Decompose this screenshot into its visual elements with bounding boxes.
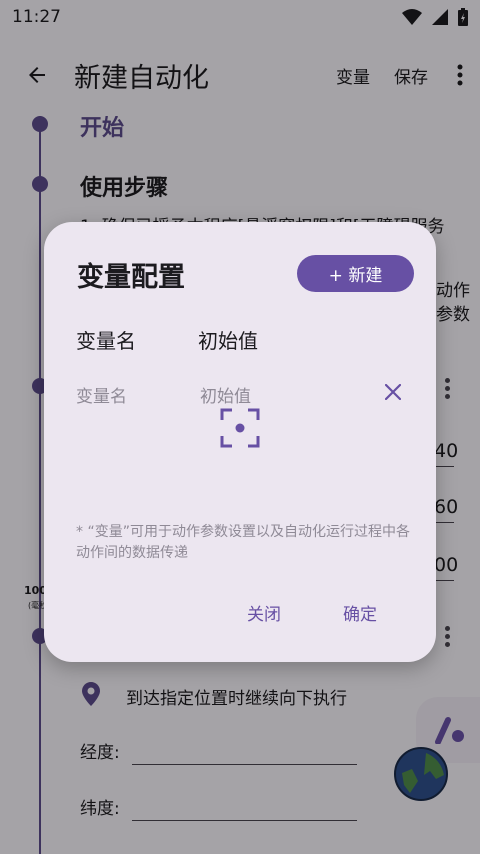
- confirm-button[interactable]: 确定: [343, 600, 377, 625]
- initial-value-header: 初始值: [198, 329, 258, 353]
- variable-name-header: 变量名: [76, 329, 136, 353]
- initial-value-input[interactable]: 初始值: [200, 382, 251, 407]
- delete-variable-button[interactable]: [382, 381, 404, 403]
- variable-name-input[interactable]: 变量名: [76, 382, 127, 407]
- new-variable-button[interactable]: + 新建: [297, 255, 414, 292]
- close-button[interactable]: 关闭: [247, 600, 281, 625]
- variable-help-note: * “变量”可用于动作参数设置以及自动化运行过程中各动作间的数据传递: [76, 524, 410, 561]
- focus-target-icon: [220, 408, 260, 448]
- dialog-title: 变量配置: [77, 262, 185, 293]
- variable-config-dialog: 变量配置 + 新建 变量名 初始值 变量名 初始值 * “变量”可用于动作参数设…: [44, 222, 436, 662]
- close-icon: [385, 384, 401, 400]
